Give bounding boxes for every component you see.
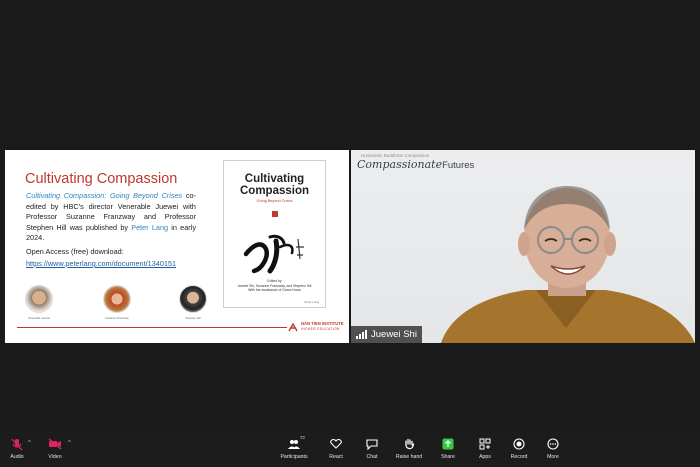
share-button[interactable]: Share bbox=[439, 437, 457, 460]
footer-divider bbox=[17, 327, 287, 328]
apps-icon bbox=[479, 438, 491, 450]
more-button[interactable]: More bbox=[545, 437, 561, 460]
book-cover-title: Cultivating Compassion bbox=[239, 173, 309, 197]
camera-off-icon bbox=[48, 438, 62, 450]
editor-caption: Venerable Juewei bbox=[27, 316, 51, 320]
signal-bars-icon bbox=[356, 330, 367, 339]
slide-title: Cultivating Compassion bbox=[25, 171, 178, 187]
avatar bbox=[179, 285, 207, 313]
raise-hand-button[interactable]: Raise hand bbox=[394, 437, 424, 460]
editor-hill: Stephen Hill bbox=[175, 285, 211, 320]
participants-button[interactable]: Participants bbox=[279, 437, 309, 460]
book-cover-editors: Edited by Juewei Shi, Suzanne Franzway, … bbox=[237, 279, 312, 293]
seal-icon bbox=[272, 211, 278, 217]
download-link[interactable]: https://www.peterlang.com/document/13401… bbox=[26, 259, 176, 268]
video-button[interactable]: Video bbox=[44, 437, 66, 460]
heart-icon bbox=[330, 438, 342, 449]
participant-image bbox=[441, 186, 695, 343]
video-options-caret-icon[interactable]: ^ bbox=[68, 440, 71, 446]
react-label: React bbox=[329, 454, 343, 460]
shared-screen: Cultivating Compassion Cultivating Compa… bbox=[5, 150, 349, 343]
book-cover: Cultivating Compassion Going Beyond Cris… bbox=[223, 160, 326, 308]
editor-caption: Stephen Hill bbox=[185, 316, 201, 320]
apps-label: Apps bbox=[479, 454, 491, 460]
meeting-toolbar: Audio ^ Video ^ Participants 73 React Ch… bbox=[0, 432, 700, 467]
editor-juewei: Venerable Juewei bbox=[21, 285, 57, 320]
record-icon bbox=[513, 438, 525, 450]
participant-video[interactable]: Humanistic Buddhism Compassion Compassio… bbox=[351, 150, 695, 343]
audio-button[interactable]: Audio bbox=[7, 437, 27, 460]
video-label: Video bbox=[48, 454, 62, 460]
audio-label: Audio bbox=[10, 454, 24, 460]
institute-mark-icon bbox=[288, 322, 298, 332]
chat-icon bbox=[366, 439, 378, 450]
raise-hand-label: Raise hand bbox=[395, 454, 423, 460]
avatar bbox=[25, 285, 53, 313]
share-label: Share bbox=[441, 454, 455, 460]
share-screen-icon bbox=[442, 438, 454, 450]
book-cover-subtitle: Going Beyond Crises bbox=[256, 199, 293, 203]
participants-icon bbox=[288, 440, 300, 449]
editor-franzway: Suzanne Franzway bbox=[99, 285, 135, 320]
calligraphy-image bbox=[243, 234, 304, 274]
book-title-italic: Cultivating Compassion: Going Beyond Cri… bbox=[26, 191, 183, 200]
record-button[interactable]: Record bbox=[509, 437, 529, 460]
participants-count: 73 bbox=[300, 435, 305, 440]
participant-name: Juewei Shi bbox=[371, 329, 417, 340]
react-button[interactable]: React bbox=[326, 437, 346, 460]
apps-button[interactable]: Apps bbox=[476, 437, 494, 460]
more-icon bbox=[547, 438, 559, 450]
hand-icon bbox=[405, 438, 415, 449]
publisher-link[interactable]: Peter Lang bbox=[131, 223, 168, 232]
institute-name: NAN TIEN INSTITUTE bbox=[301, 321, 344, 326]
mic-muted-icon bbox=[11, 438, 23, 450]
audio-options-caret-icon[interactable]: ^ bbox=[28, 440, 31, 446]
editor-caption: Suzanne Franzway bbox=[105, 316, 129, 320]
participants-label: Participants bbox=[280, 454, 308, 460]
more-label: More bbox=[547, 454, 559, 460]
avatar bbox=[103, 285, 131, 313]
chat-button[interactable]: Chat bbox=[364, 437, 380, 460]
book-cover-publisher: Peter Lang bbox=[304, 300, 319, 304]
chat-label: Chat bbox=[366, 454, 378, 460]
institute-tagline: HIGHER EDUCATION bbox=[301, 327, 340, 331]
slide-description: Cultivating Compassion: Going Beyond Cri… bbox=[26, 191, 196, 244]
editors-row: Venerable Juewei Suzanne Franzway Stephe… bbox=[17, 285, 217, 325]
open-access-label: Open Access (free) download: bbox=[26, 247, 124, 256]
participant-name-tag: Juewei Shi bbox=[351, 326, 422, 343]
record-label: Record bbox=[510, 454, 528, 460]
